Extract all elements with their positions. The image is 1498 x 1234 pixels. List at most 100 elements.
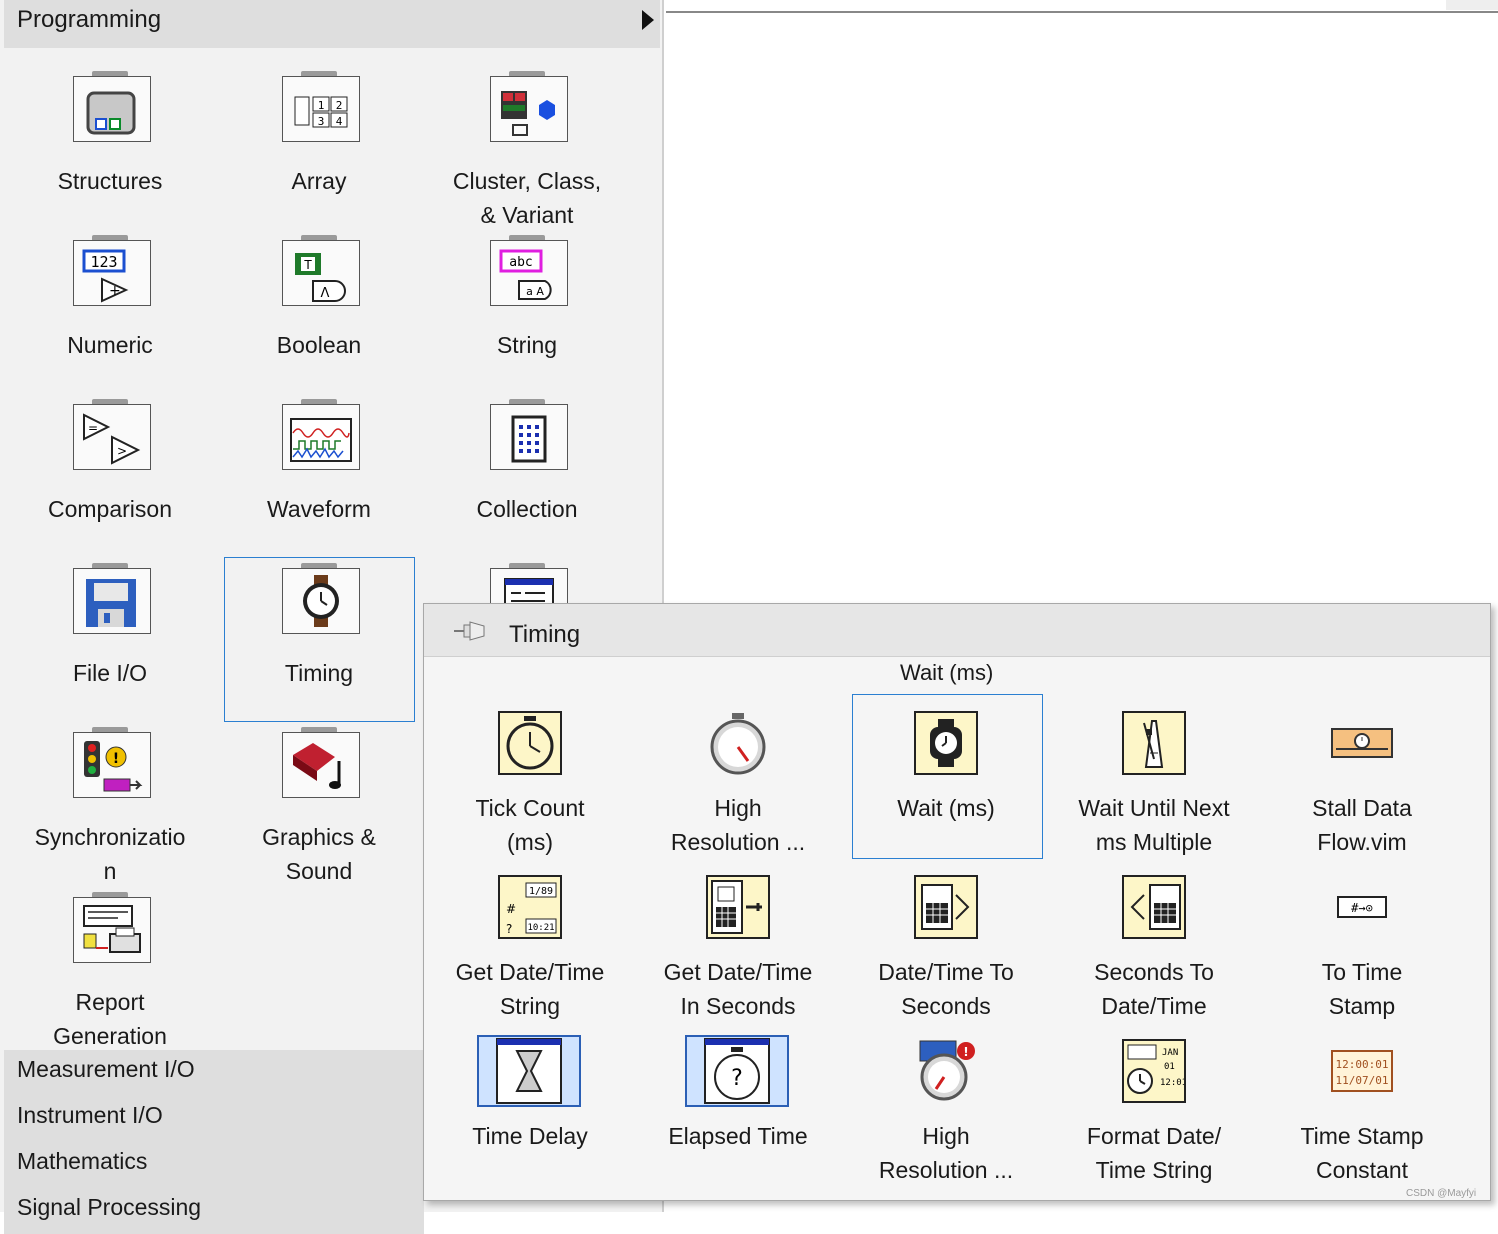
function-label: Get Date/Time In Seconds [663,959,813,1019]
category-label: Cluster, Class, & Variant [452,168,602,228]
get-date-time-string-icon: 1/89 10:21 #? [498,875,562,939]
category-label: Synchronizatio n [34,824,186,884]
get-date-time-seconds-icon [706,875,770,939]
graphics-sound-icon [282,727,360,798]
svg-text:!: ! [963,1045,968,1059]
svg-text:a A: a A [526,285,544,298]
svg-text:01: 01 [1164,1062,1175,1072]
numeric-icon: 123 + [73,235,151,306]
palette-label: Mathematics [17,1148,148,1174]
metronome-icon [1122,711,1186,775]
seconds-to-date-time-icon [1122,875,1186,939]
report-generation-icon [73,892,151,963]
palette-instrument-io[interactable]: Instrument I/O [4,1096,424,1142]
svg-text:#→⊙: #→⊙ [1351,901,1373,915]
category-label: Waveform [267,496,371,522]
svg-text:1: 1 [318,99,325,112]
function-label: To Time Stamp [1321,959,1403,1019]
svg-text:>: > [117,444,127,458]
function-label: High Resolution ... [878,1123,1014,1183]
function-label: Tick Count (ms) [475,795,585,855]
file-io-icon [73,563,151,634]
time-stamp-constant-icon: 12:00:01 11/07/01 [1330,1039,1394,1103]
to-time-stamp-icon: #→⊙ [1330,875,1394,939]
svg-text:1/89: 1/89 [529,886,553,897]
function-label: Elapsed Time [668,1123,808,1149]
function-label: Stall Data Flow.vim [1312,795,1412,855]
elapsed-time-icon: ? [685,1035,789,1107]
svg-text:2: 2 [336,99,343,112]
category-label: Array [291,168,347,194]
category-label: File I/O [72,660,148,686]
high-resolution-stopwatch-icon [706,711,770,775]
function-label: Wait (ms) [897,795,995,821]
string-icon: abc a A [490,235,568,306]
function-label: Wait Until Next ms Multiple [1078,795,1230,855]
svg-text:abc: abc [509,255,532,270]
collection-icon [490,399,568,470]
svg-text:12:00:01: 12:00:01 [1336,1058,1389,1071]
category-label: Report Generation [53,989,167,1049]
svg-text:3: 3 [318,115,325,128]
svg-text:?: ? [506,922,512,936]
palette-label: Signal Processing [17,1194,202,1220]
palette-signal-processing[interactable]: Signal Processing [4,1188,424,1234]
function-label: Time Stamp Constant [1300,1123,1424,1183]
synchronization-icon: ! [73,727,151,798]
svg-text:4: 4 [336,115,343,128]
timing-palette-title: Timing [509,621,581,648]
function-label: Time Delay [472,1123,588,1149]
function-label: Format Date/ Time String [1086,1123,1222,1183]
boolean-icon: TΛ [282,235,360,306]
category-label: Graphics & Sound [262,824,376,884]
thumbtack-icon[interactable] [452,618,488,644]
category-label: Structures [57,168,163,194]
function-label: Get Date/Time String [455,959,605,1019]
function-label: High Resolution ... [670,795,806,855]
svg-text:JAN: JAN [1162,1048,1178,1058]
svg-text:!: ! [113,751,119,767]
waveform-icon [282,399,360,470]
palette-measurement-io[interactable]: Measurement I/O [4,1050,424,1096]
svg-text:Λ: Λ [321,286,330,301]
structures-icon [73,71,151,142]
palette-label: Instrument I/O [17,1102,163,1128]
category-label: Boolean [276,332,362,358]
palette-mathematics[interactable]: Mathematics [4,1142,424,1188]
canvas-corner [1446,0,1498,10]
hourglass-icon [477,1035,581,1107]
date-time-to-seconds-icon [914,875,978,939]
category-label: Numeric [67,332,153,358]
tick-count-icon [498,711,562,775]
svg-text:=: = [88,421,98,435]
block-diagram-edge [666,11,1498,13]
function-label: Seconds To Date/Time [1094,959,1214,1019]
timing-selection-highlight [224,557,415,722]
svg-text:?: ? [731,1066,743,1091]
format-date-time-icon: JAN 01 12:01 [1122,1039,1187,1103]
watermark: CSDN @Mayfyi [1406,1188,1477,1199]
category-label: Collection [476,496,578,522]
programming-header[interactable]: Programming [4,0,660,48]
svg-text:#: # [506,902,516,916]
hover-tooltip: Wait (ms) [900,660,994,685]
submenu-arrow-icon[interactable] [642,10,654,30]
svg-text:11/07/01: 11/07/01 [1336,1074,1389,1087]
function-label: Date/Time To Seconds [878,959,1014,1019]
svg-text:+: + [109,283,121,299]
svg-text:10:21: 10:21 [527,923,554,933]
comparison-icon: = > [73,399,151,470]
cluster-icon [490,71,568,142]
programming-title: Programming [17,6,162,33]
svg-text:123: 123 [90,253,117,271]
svg-text:T: T [303,258,312,272]
svg-text:12:01: 12:01 [1160,1078,1184,1088]
wait-ms-icon [914,711,978,775]
category-label: Comparison [48,496,172,522]
timing-palette: Timing Wait (ms) Tick Count (ms) High Re… [423,603,1491,1201]
category-label: String [496,332,558,358]
timing-palette-header: Timing [424,604,1490,657]
stall-data-flow-icon [1330,711,1394,775]
array-icon: 1234 [282,71,360,142]
palette-label: Measurement I/O [17,1056,195,1082]
